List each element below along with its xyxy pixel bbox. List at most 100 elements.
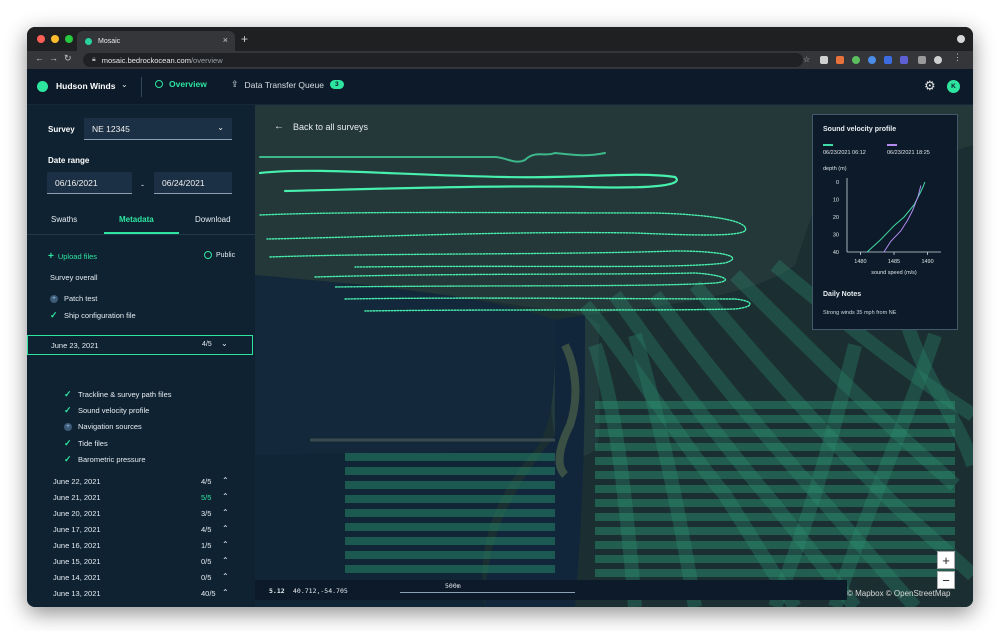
date-row-count: 5/5 [201,493,212,502]
date-row[interactable]: June 13, 2021 40/5 ⌃ [53,588,233,598]
zoom-level: 5.12 [269,587,285,595]
y-tick-label: 40 [833,250,839,256]
map-attribution[interactable]: © Mapbox © OpenStreetMap [847,589,950,598]
date-row[interactable]: June 16, 2021 1/5 ⌃ [53,540,233,550]
browser-tabbar: Mosaic × + [27,27,973,51]
checklist-item[interactable]: ✓ Sound velocity profile [64,405,149,416]
date-row-label: June 21, 2021 [53,493,101,502]
minimize-window-button[interactable] [51,35,59,43]
sound-velocity-panel: Sound velocity profile 06/23/2021 06:12 … [812,114,958,330]
date-row-count: 4/5 [202,341,212,348]
scale-label: 500m [445,582,461,590]
sv-title: Sound velocity profile [823,126,897,133]
x-tick-label: 1485 [888,259,900,265]
nav-overview-label: Overview [169,79,207,89]
date-row-count: 0/5 [201,557,212,566]
check-icon: ✓ [64,438,72,448]
date-row[interactable]: June 20, 2021 3/5 ⌃ [53,508,233,518]
maximize-window-button[interactable] [65,35,73,43]
divider [141,77,142,97]
browser-menu-icon[interactable] [957,35,965,43]
date-row-label: June 22, 2021 [53,477,101,486]
nav-data-transfer-queue[interactable]: ⇪ Data Transfer Queue 3 [231,79,344,90]
browser-tab[interactable]: Mosaic × [77,31,235,51]
close-tab-icon[interactable]: × [223,35,228,45]
globe-icon [155,80,163,88]
sidebar: Survey NE 12345 ⌄ Date range 06/16/2021 … [27,105,255,607]
new-tab-button[interactable]: + [241,32,248,46]
logo-icon [37,81,48,92]
kebab-menu-icon[interactable]: ⋮ [953,52,962,63]
end-date-value: 06/24/2021 [162,177,205,188]
back-to-surveys-link[interactable]: ← Back to all surveys [274,121,368,132]
checklist-item[interactable]: ✓ Trackline & survey path files [64,389,172,400]
tab-swaths[interactable]: Swaths [51,215,77,224]
date-row-label: June 13, 2021 [53,589,101,598]
tab-download[interactable]: Download [195,215,231,224]
date-row[interactable]: June 17, 2021 4/5 ⌃ [53,524,233,534]
legend-swatch [823,144,833,146]
gear-icon[interactable]: ⚙ [924,78,936,94]
survey-select[interactable]: NE 12345 ⌄ [84,118,232,140]
checklist-item-label: Sound velocity profile [78,406,150,415]
y-axis-label: depth (m) [823,166,847,172]
lock-icon: 🔒︎ [92,56,96,63]
bookmark-star-icon[interactable]: ☆ [803,55,810,64]
extension-icon[interactable] [820,56,828,64]
check-icon: ✓ [64,389,72,399]
checklist-item[interactable]: + Patch test [50,294,97,303]
checklist-item[interactable]: + Navigation sources [64,422,142,431]
end-date-field[interactable]: 06/24/2021 [154,172,232,194]
checklist-item[interactable]: ✓ Tide files [64,438,108,449]
checklist-item[interactable]: ✓ Barometric pressure [64,454,146,465]
checklist-item-label: Ship configuration file [64,311,136,320]
survey-overall-label: Survey overall [50,273,98,282]
date-row[interactable]: June 14, 2021 0/5 ⌃ [53,572,233,582]
forward-arrow-icon[interactable]: → [49,53,58,63]
scale-bar [400,592,575,593]
check-icon: ✓ [50,310,58,320]
zoom-in-button[interactable]: + [937,551,955,569]
extension-icon[interactable] [900,56,908,64]
date-row[interactable]: June 21, 2021 5/5 ⌃ [53,492,233,502]
date-row-label: June 16, 2021 [53,541,101,550]
checklist-item[interactable]: ✓ Ship configuration file [50,310,136,321]
reload-icon[interactable]: ↻ [64,53,72,64]
date-row-label: June 14, 2021 [53,573,101,582]
zoom-out-button[interactable]: − [937,571,955,589]
browser-toolbar: ← → ↻ 🔒︎ mosaic.bedrockocean.com/overvie… [27,51,973,69]
public-toggle[interactable]: Public [204,251,235,259]
start-date-field[interactable]: 06/16/2021 [47,172,132,194]
checklist-item-label: Trackline & survey path files [78,390,172,399]
upload-files-label: Upload files [57,252,98,261]
extension-icon[interactable] [836,56,844,64]
chevron-up-icon: ⌃ [222,492,229,501]
survey-map[interactable]: ← Back to all surveys Sound velocity pro… [255,105,973,607]
check-icon: ✓ [64,405,72,415]
puzzle-icon[interactable] [918,56,926,64]
chevron-down-icon[interactable]: ⌄ [121,80,128,89]
series-line [866,181,926,253]
date-row[interactable]: June 22, 2021 4/5 ⌃ [53,476,233,486]
favicon-icon [85,37,92,45]
profile-icon[interactable] [934,56,942,64]
tab-metadata[interactable]: Metadata [119,215,154,224]
avatar[interactable]: K [947,80,960,93]
plus-icon: + [48,251,54,262]
address-bar[interactable]: 🔒︎ mosaic.bedrockocean.com/overview [83,53,803,67]
close-window-button[interactable] [37,35,45,43]
date-row[interactable]: June 15, 2021 0/5 ⌃ [53,556,233,566]
x-tick-label: 1480 [854,259,866,265]
chevron-up-icon: ⌃ [222,540,229,549]
date-row-label: June 15, 2021 [53,557,101,566]
back-arrow-icon[interactable]: ← [35,53,44,63]
back-label: Back to all surveys [293,121,369,132]
chevron-up-icon: ⌃ [222,588,229,597]
extension-icon[interactable] [884,56,892,64]
org-name[interactable]: Hudson Winds [56,81,115,91]
extension-icon[interactable] [868,56,876,64]
upload-files-button[interactable]: + Upload files [48,251,97,262]
date-row-expanded[interactable]: June 23, 2021 4/5 ⌄ [27,335,253,355]
extension-icon[interactable] [852,56,860,64]
nav-overview[interactable]: Overview [155,79,207,89]
